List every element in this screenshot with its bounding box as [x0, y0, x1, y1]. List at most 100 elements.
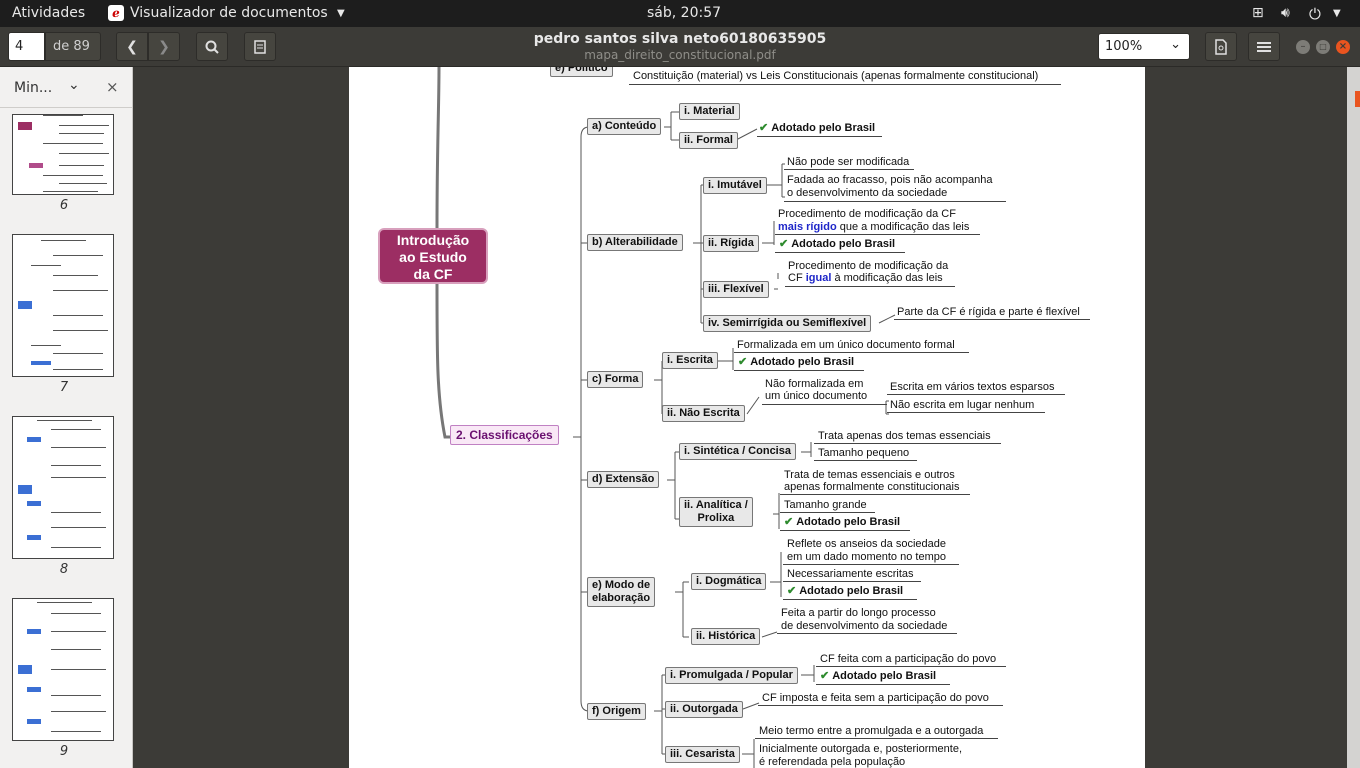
thumb-line — [31, 345, 61, 346]
node-alterabilidade: b) Alterabilidade — [587, 234, 683, 251]
node-forma: c) Forma — [587, 371, 644, 388]
note-historica-1a: Feita a partir do longo processo — [781, 607, 936, 619]
top-panel: Atividades ℯ Visualizador de documentos … — [0, 0, 1360, 27]
clock[interactable]: sáb, 20:57 — [647, 5, 721, 21]
note-analitica-2: Tamanho grande — [784, 499, 867, 511]
sidebar-mode-dropdown[interactable]: ⌄ — [68, 77, 80, 93]
app-menu[interactable]: Visualizador de documentos — [130, 5, 328, 21]
note-underline — [894, 319, 1090, 320]
check-icon: ✔ — [787, 585, 797, 597]
thumb-line — [51, 695, 101, 696]
window-subtitle: mapa_direito_constitucional.pdf — [584, 48, 776, 62]
system-menu-arrow-icon[interactable]: ▼ — [1333, 8, 1341, 19]
note-underline — [775, 252, 905, 253]
check-icon: ✔ — [779, 238, 789, 250]
thumbnail-page-number: 6 — [59, 198, 69, 213]
note-underline — [816, 666, 1006, 667]
power-icon[interactable]: ⏻ — [1309, 5, 1321, 23]
highlight-text: igual — [805, 272, 832, 284]
previous-page-button[interactable]: ❮ — [116, 32, 148, 61]
root-node: Introdução ao Estudo da CF — [378, 228, 488, 284]
mindmap-connectors — [435, 67, 896, 768]
scrollbar-thumb[interactable] — [1355, 91, 1360, 107]
note-politico: Constituição (material) vs Leis Constitu… — [633, 70, 1039, 82]
thumb-node — [27, 687, 41, 692]
node-escrita: i. Escrita — [662, 352, 718, 369]
note-underline — [762, 404, 887, 405]
annotations-button[interactable] — [244, 32, 276, 61]
search-icon — [205, 40, 219, 54]
node-material: i. Material — [679, 103, 740, 120]
chevron-left-icon: ❮ — [126, 38, 138, 55]
page-thumbnail-7[interactable] — [12, 234, 114, 377]
page-thumbnail-9[interactable] — [12, 598, 114, 741]
adopted-label: Adotado pelo Brasil — [750, 356, 855, 368]
adopted-label: Adotado pelo Brasil — [832, 670, 937, 682]
sidebar-mode-select[interactable]: Min... — [14, 80, 52, 96]
note-nao-escrita-1b: um único documento — [765, 390, 868, 402]
document-viewer-app-icon: ℯ — [108, 5, 124, 21]
thumb-line — [59, 125, 109, 126]
node-outorgada: ii. Outorgada — [665, 701, 743, 718]
thumb-line — [51, 711, 106, 712]
activities-button[interactable]: Atividades — [12, 5, 85, 21]
node-dogmatica: i. Dogmática — [691, 573, 767, 590]
thumb-root-node — [18, 665, 32, 674]
thumb-line — [51, 631, 106, 632]
window-title: pedro santos silva neto60180635905 — [533, 31, 827, 47]
thumb-line — [59, 165, 104, 166]
page-thumbnail-8[interactable] — [12, 416, 114, 559]
thumb-line — [37, 602, 92, 603]
page-number-input[interactable]: 4 — [8, 32, 45, 61]
network-icon[interactable]: ⊞ — [1252, 5, 1264, 21]
vertical-scrollbar[interactable] — [1347, 67, 1360, 768]
thumb-root-node — [18, 122, 32, 130]
node-label: elaboração — [592, 592, 651, 604]
node-rigida: ii. Rígida — [703, 235, 759, 252]
note-underline — [757, 136, 882, 137]
thumb-line — [43, 175, 103, 176]
note-underline — [734, 370, 864, 371]
note-sintetica-2: Tamanho pequeno — [818, 447, 910, 459]
note-nao-escrita-2: Escrita em vários textos esparsos — [890, 381, 1055, 393]
node-modo-elaboracao: e) Modo de elaboração — [587, 577, 656, 607]
note-underline — [780, 530, 910, 531]
note-underline — [887, 412, 1045, 413]
sidebar-close-button[interactable]: × — [106, 78, 119, 96]
zoom-select[interactable]: 100% ⌄ — [1098, 33, 1190, 60]
search-button[interactable] — [196, 32, 228, 61]
note-underline — [784, 201, 1006, 202]
node-label: Prolixa — [697, 512, 735, 524]
node-analitica: ii. Analítica / Prolixa — [679, 497, 753, 527]
document-properties-button[interactable] — [1205, 32, 1237, 61]
adopted-note: ✔ Adotado pelo Brasil — [787, 585, 903, 598]
close-window-button[interactable]: × — [1336, 40, 1350, 54]
thumb-line — [51, 447, 106, 448]
app-menu-arrow-icon: ▼ — [337, 8, 345, 19]
volume-icon[interactable]: 🔊︎ — [1281, 5, 1290, 21]
note-text: à modificação das leis — [831, 272, 943, 284]
thumb-line — [53, 353, 103, 354]
minimize-button[interactable]: – — [1296, 40, 1310, 54]
page-thumbnail-6[interactable] — [12, 114, 114, 195]
thumb-line — [59, 133, 104, 134]
note-dogmatica-2: Necessariamente escritas — [787, 568, 914, 580]
note-cesarista-2a: Inicialmente outorgada e, posteriormente… — [759, 743, 963, 755]
menu-button[interactable] — [1248, 32, 1280, 61]
note-underline — [814, 460, 917, 461]
adopted-note: ✔ Adotado pelo Brasil — [784, 516, 900, 529]
maximize-button[interactable]: □ — [1316, 40, 1330, 54]
thumb-node — [27, 535, 41, 540]
check-icon: ✔ — [784, 516, 794, 528]
sidebar-divider — [0, 107, 132, 108]
note-underline — [814, 443, 1001, 444]
adopted-label: Adotado pelo Brasil — [796, 516, 901, 528]
adopted-label: Adotado pelo Brasil — [791, 238, 896, 250]
note-imutavel-2a: Fadada ao fracasso, pois não acompanha — [787, 174, 993, 186]
node-origem: f) Origem — [587, 703, 646, 720]
next-page-button[interactable]: ❯ — [148, 32, 180, 61]
note-cesarista-2b: é referendada pela população — [759, 756, 906, 768]
note-rigida-1a: Procedimento de modificação da CF — [778, 208, 956, 220]
node-extensao: d) Extensão — [587, 471, 660, 488]
thumb-root-node — [18, 301, 32, 309]
